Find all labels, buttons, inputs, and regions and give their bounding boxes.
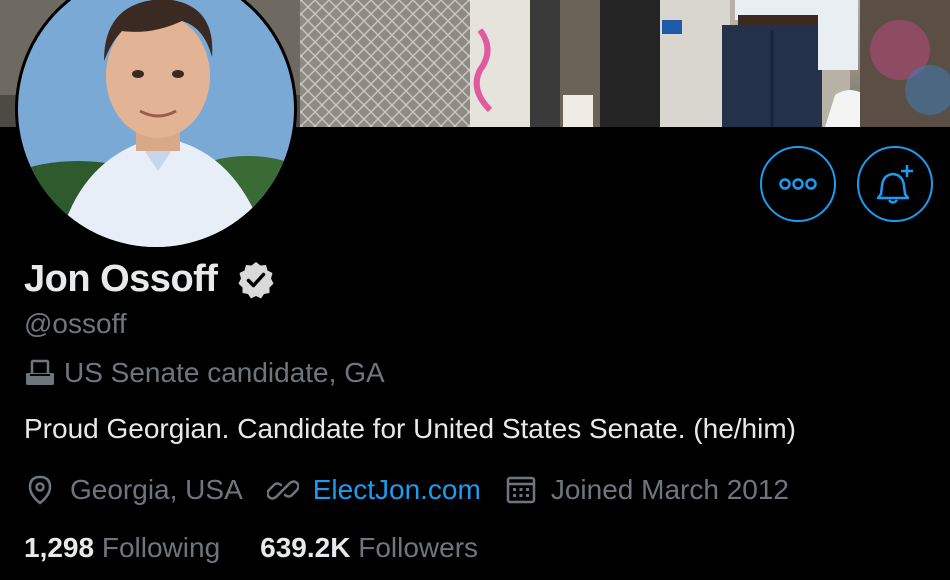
followers-link[interactable]: 639.2K Followers [260,532,478,564]
website-link[interactable]: ElectJon.com [313,474,481,506]
location-pin-icon [28,475,52,505]
profile-meta: Georgia, USA ElectJon.com Joined March 2… [24,472,813,508]
location-text: Georgia, USA [70,474,243,505]
profile-handle: @ossoff [24,308,127,339]
profile-bio: Proud Georgian. Candidate for United Sta… [24,413,796,444]
following-count: 1,298 [24,532,95,563]
ballot-box-icon [26,359,54,385]
website-item[interactable]: ElectJon.com [266,474,481,506]
avatar-photo [18,0,294,247]
joined-item: Joined March 2012 [505,474,789,506]
calendar-icon [506,476,536,504]
notifications-button[interactable] [857,146,933,222]
display-name: Jon Ossoff [24,258,218,300]
location-item: Georgia, USA [24,474,243,506]
following-link[interactable]: 1,298 Following [24,532,220,564]
following-label: Following [101,532,221,563]
profile-label-text: US Senate candidate, GA [64,357,385,388]
avatar[interactable] [18,0,294,247]
profile-label: US Senate candidate, GA [24,356,385,390]
link-icon [266,480,299,500]
more-icon [779,178,817,190]
verified-badge-icon [236,260,276,305]
followers-count: 639.2K [260,532,351,563]
avatar-border [15,0,297,250]
followers-label: Followers [358,532,479,563]
joined-text: Joined March 2012 [550,474,789,505]
bell-plus-icon [876,165,913,204]
more-options-button[interactable] [760,146,836,222]
profile-stats: 1,298 Following 639.2K Followers [24,530,518,566]
